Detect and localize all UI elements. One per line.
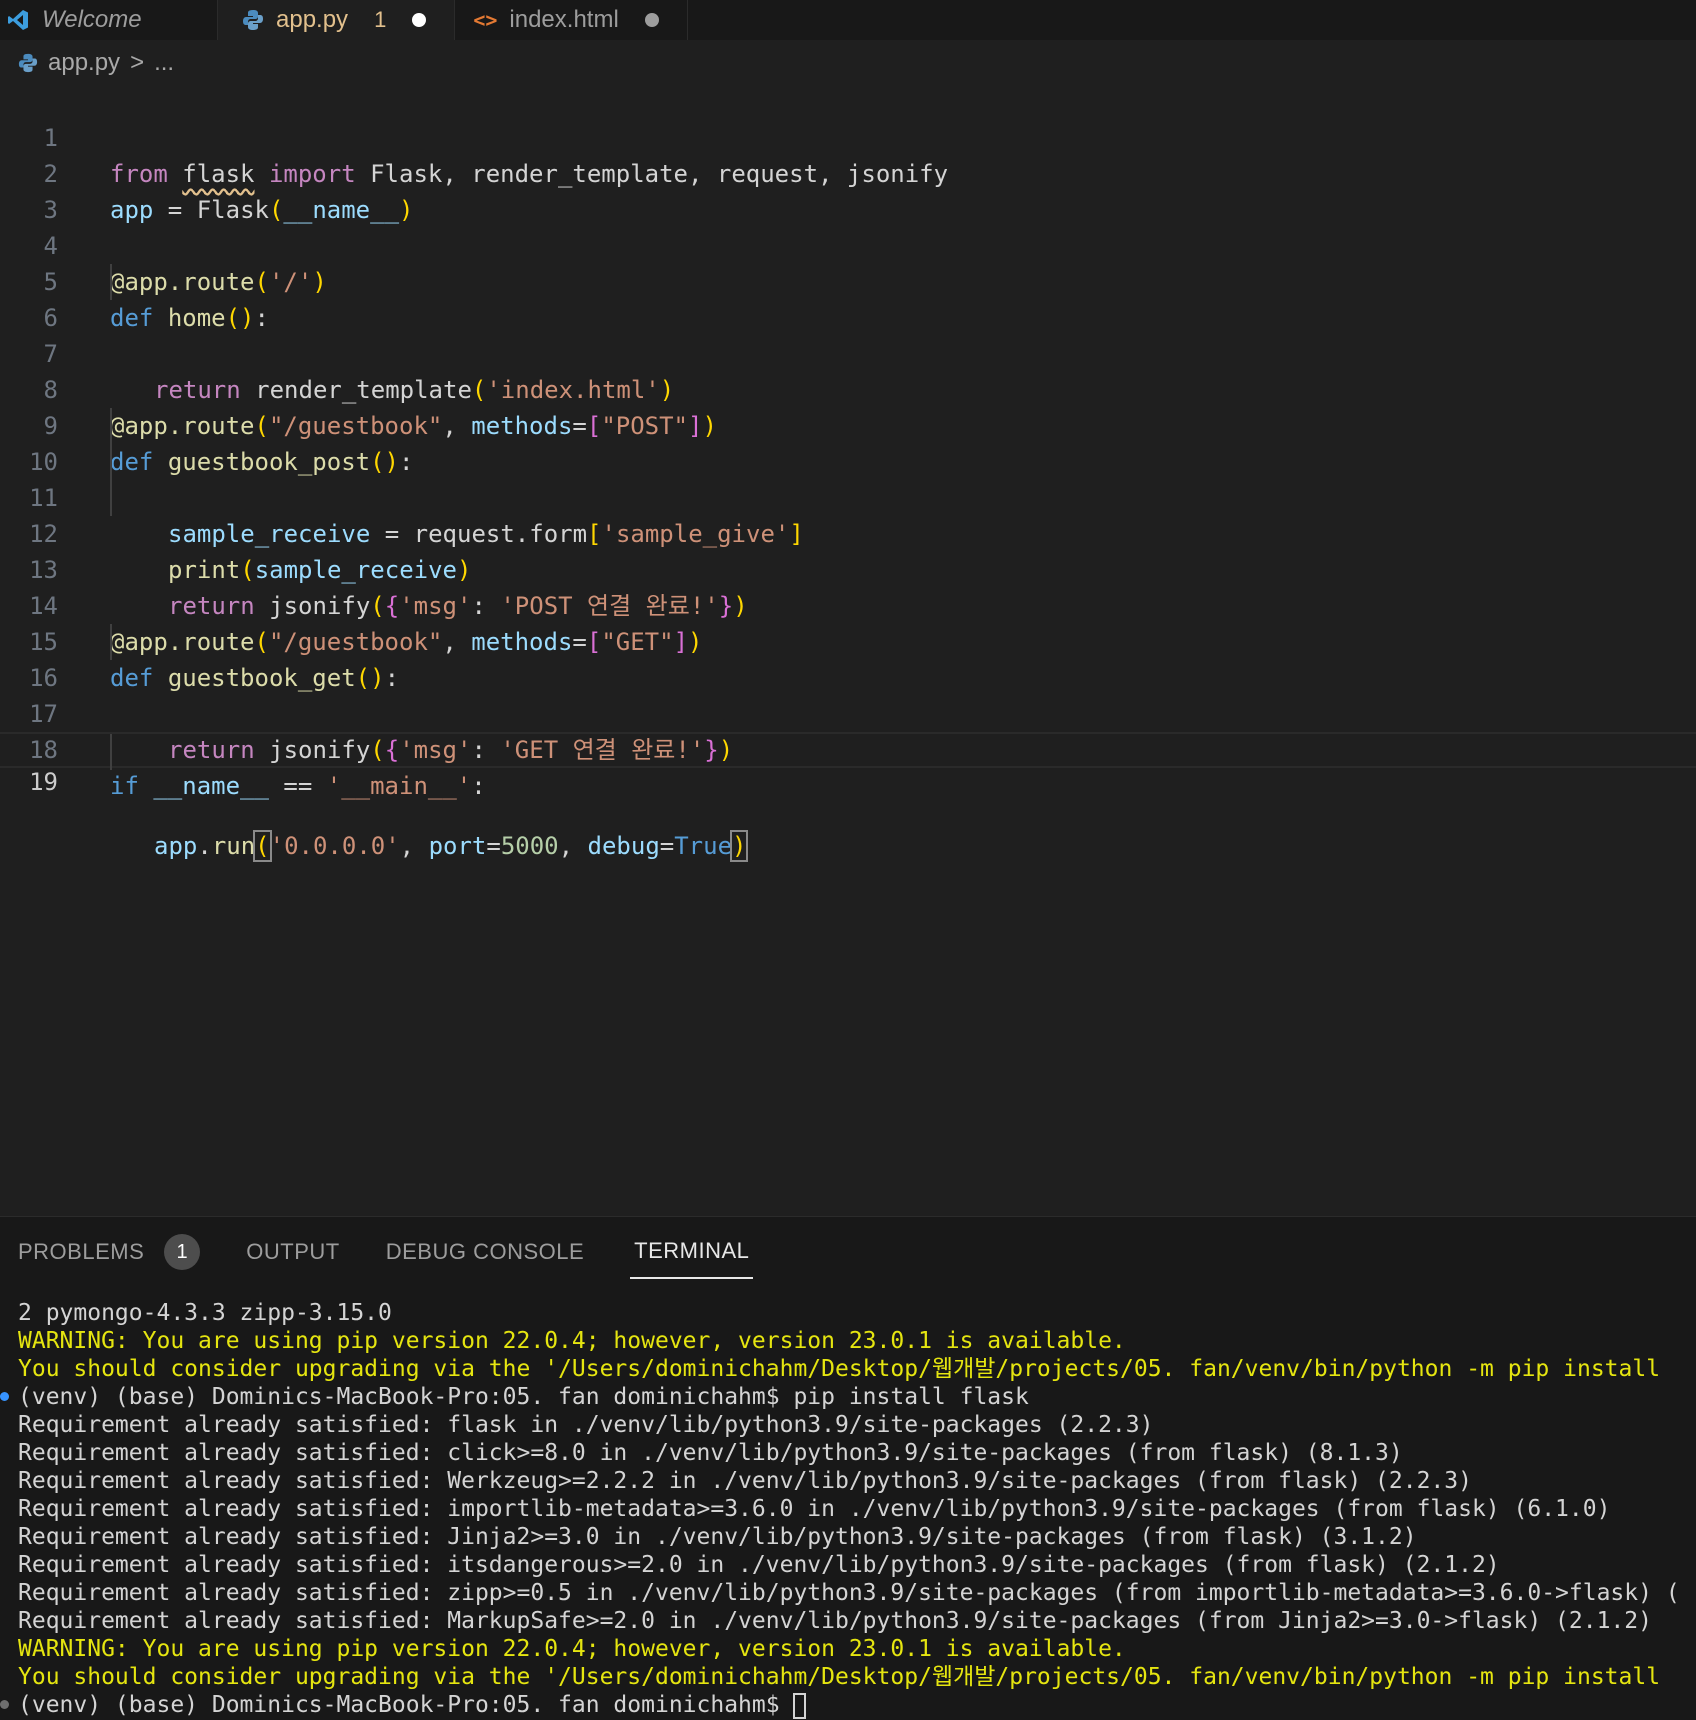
terminal-prompt-line[interactable]: (venv) (base) Dominics-MacBook-Pro:05. f… bbox=[0, 1691, 1696, 1719]
panel-tab-bar: PROBLEMS 1 OUTPUT DEBUG CONSOLE TERMINAL bbox=[0, 1217, 1696, 1287]
tab-output[interactable]: OUTPUT bbox=[246, 1225, 339, 1279]
token: True bbox=[674, 832, 733, 860]
token: port bbox=[428, 832, 487, 860]
token: run bbox=[211, 832, 256, 860]
code-line[interactable]: 5 def home(): bbox=[0, 228, 1696, 332]
command-status-dot-icon[interactable] bbox=[0, 1392, 9, 1401]
code-line[interactable]: 14 @app.route("/guestbook", methods=["GE… bbox=[0, 552, 1696, 656]
tab-index-html[interactable]: <> index.html bbox=[455, 0, 688, 40]
tab-label: PROBLEMS bbox=[18, 1239, 145, 1264]
token: = bbox=[486, 832, 501, 860]
code-line[interactable]: 1 from flask import Flask, render_templa… bbox=[0, 84, 1696, 188]
code-line[interactable]: 3 bbox=[0, 156, 1696, 224]
code-line[interactable]: 7 bbox=[0, 300, 1696, 368]
code-line-current[interactable]: 19 app.run('0.0.0.0', port=5000, debug=T… bbox=[0, 732, 1696, 862]
code-line[interactable]: 16 return jsonify({'msg': 'GET 연결 완료!'}) bbox=[0, 624, 1696, 764]
tab-problems[interactable]: PROBLEMS 1 bbox=[18, 1225, 201, 1279]
text-cursor bbox=[746, 832, 749, 862]
terminal-line: Requirement already satisfied: importlib… bbox=[18, 1496, 1611, 1522]
indent-guide bbox=[110, 480, 112, 516]
token: = bbox=[659, 832, 675, 860]
terminal-warning-line: You should consider upgrading via the '/… bbox=[18, 1356, 1661, 1382]
tab-app-py[interactable]: app.py 1 bbox=[218, 0, 456, 40]
code-line[interactable]: 2 app = Flask(__name__) bbox=[0, 120, 1696, 224]
code-line[interactable]: 9 def guestbook_post(): bbox=[0, 372, 1696, 476]
terminal-warning-line: WARNING: You are using pip version 22.0.… bbox=[18, 1328, 1126, 1354]
code-line[interactable]: 12 return jsonify({'msg': 'POST 연결 완료!'}… bbox=[0, 480, 1696, 620]
code-line[interactable]: 10 sample_receive = request.form['sample… bbox=[0, 408, 1696, 548]
code-editor[interactable]: 1 from flask import Flask, render_templa… bbox=[0, 84, 1696, 1214]
code-line[interactable]: 8 @app.route("/guestbook", methods=["POS… bbox=[0, 336, 1696, 440]
code-line[interactable]: 18 if __name__ == '__main__': bbox=[0, 696, 1696, 800]
breadcrumb: app.py > ... bbox=[18, 46, 174, 80]
token: app bbox=[154, 832, 198, 860]
terminal-line: Requirement already satisfied: zipp>=0.5… bbox=[18, 1580, 1680, 1606]
terminal-line: Requirement already satisfied: click>=8.… bbox=[18, 1440, 1403, 1466]
terminal-cursor bbox=[793, 1692, 807, 1719]
terminal-line: Requirement already satisfied: Jinja2>=3… bbox=[18, 1524, 1417, 1550]
line-number: 19 bbox=[29, 768, 58, 796]
command-status-dot-icon[interactable] bbox=[0, 1700, 9, 1709]
token: , bbox=[558, 832, 588, 860]
tab-label: Welcome bbox=[42, 6, 142, 33]
token: . bbox=[197, 832, 212, 860]
terminal-warning-line: WARNING: You are using pip version 22.0.… bbox=[18, 1636, 1126, 1662]
terminal-prompt-text: (venv) (base) Dominics-MacBook-Pro:05. f… bbox=[18, 1692, 794, 1718]
tab-label: index.html bbox=[509, 6, 619, 33]
terminal-line: Requirement already satisfied: itsdanger… bbox=[18, 1552, 1500, 1578]
terminal-output[interactable]: 2 pymongo-4.3.3 zipp-3.15.0 WARNING: You… bbox=[0, 1299, 1696, 1719]
token: : bbox=[471, 772, 486, 800]
token: if bbox=[110, 772, 139, 800]
bracket-match: ) bbox=[729, 830, 749, 862]
terminal-line: Requirement already satisfied: Werkzeug>… bbox=[18, 1468, 1472, 1494]
breadcrumb-symbols[interactable]: ... bbox=[154, 49, 174, 77]
terminal-prompt-line: (venv) (base) Dominics-MacBook-Pro:05. f… bbox=[0, 1383, 1696, 1411]
token: '0.0.0.0' bbox=[269, 832, 400, 860]
python-icon bbox=[18, 53, 38, 73]
editor-tab-bar: Welcome app.py 1 <> index.html bbox=[0, 0, 1696, 40]
indent-guide bbox=[110, 408, 112, 444]
python-icon bbox=[242, 9, 264, 31]
token: debug bbox=[587, 832, 660, 860]
tab-label: DEBUG CONSOLE bbox=[385, 1239, 585, 1264]
unsaved-dot-icon[interactable] bbox=[412, 13, 427, 27]
terminal-line: 2 pymongo-4.3.3 zipp-3.15.0 bbox=[18, 1300, 392, 1326]
indent-guide bbox=[110, 444, 112, 480]
code-line[interactable]: 6 return render_template('index.html') bbox=[0, 264, 1696, 404]
code-line[interactable]: 17 bbox=[0, 660, 1696, 728]
bracket-match: ( bbox=[253, 830, 272, 862]
unsaved-dot-icon[interactable] bbox=[644, 13, 659, 27]
vscode-icon bbox=[6, 8, 30, 32]
terminal-line: Requirement already satisfied: flask in … bbox=[18, 1412, 1154, 1438]
tab-terminal[interactable]: TERMINAL bbox=[630, 1225, 754, 1279]
token: == bbox=[268, 772, 327, 800]
problems-count-badge: 1 bbox=[164, 1234, 201, 1270]
html-icon: <> bbox=[473, 8, 498, 32]
code-line[interactable]: 13 bbox=[0, 516, 1696, 584]
token: , bbox=[399, 832, 429, 860]
terminal-command-text: (venv) (base) Dominics-MacBook-Pro:05. f… bbox=[18, 1384, 1029, 1410]
terminal-warning-line: You should consider upgrading via the '/… bbox=[18, 1664, 1661, 1690]
token: __name__ bbox=[153, 772, 269, 800]
tab-welcome[interactable]: Welcome bbox=[0, 0, 218, 40]
tab-debug-console[interactable]: DEBUG CONSOLE bbox=[386, 1225, 584, 1279]
tab-label: app.py bbox=[276, 6, 349, 33]
chevron-right-icon: > bbox=[130, 49, 145, 76]
indent-guide bbox=[110, 734, 112, 770]
code-line[interactable]: 11 print(sample_receive) bbox=[0, 444, 1696, 584]
code-line[interactable]: 4 @app.route('/') bbox=[0, 192, 1696, 296]
bottom-panel: PROBLEMS 1 OUTPUT DEBUG CONSOLE TERMINAL… bbox=[0, 1216, 1696, 1720]
token: '__main__' bbox=[326, 772, 472, 800]
code-line[interactable]: 15 def guestbook_get(): bbox=[0, 588, 1696, 692]
indent-guide bbox=[110, 624, 112, 660]
breadcrumb-file[interactable]: app.py bbox=[48, 49, 120, 77]
indent-guide bbox=[110, 264, 112, 300]
tab-label: OUTPUT bbox=[246, 1239, 340, 1264]
problem-count: 1 bbox=[374, 7, 387, 32]
token: 5000 bbox=[500, 832, 559, 860]
tab-label: TERMINAL bbox=[634, 1238, 750, 1263]
terminal-line: Requirement already satisfied: MarkupSaf… bbox=[18, 1608, 1652, 1634]
